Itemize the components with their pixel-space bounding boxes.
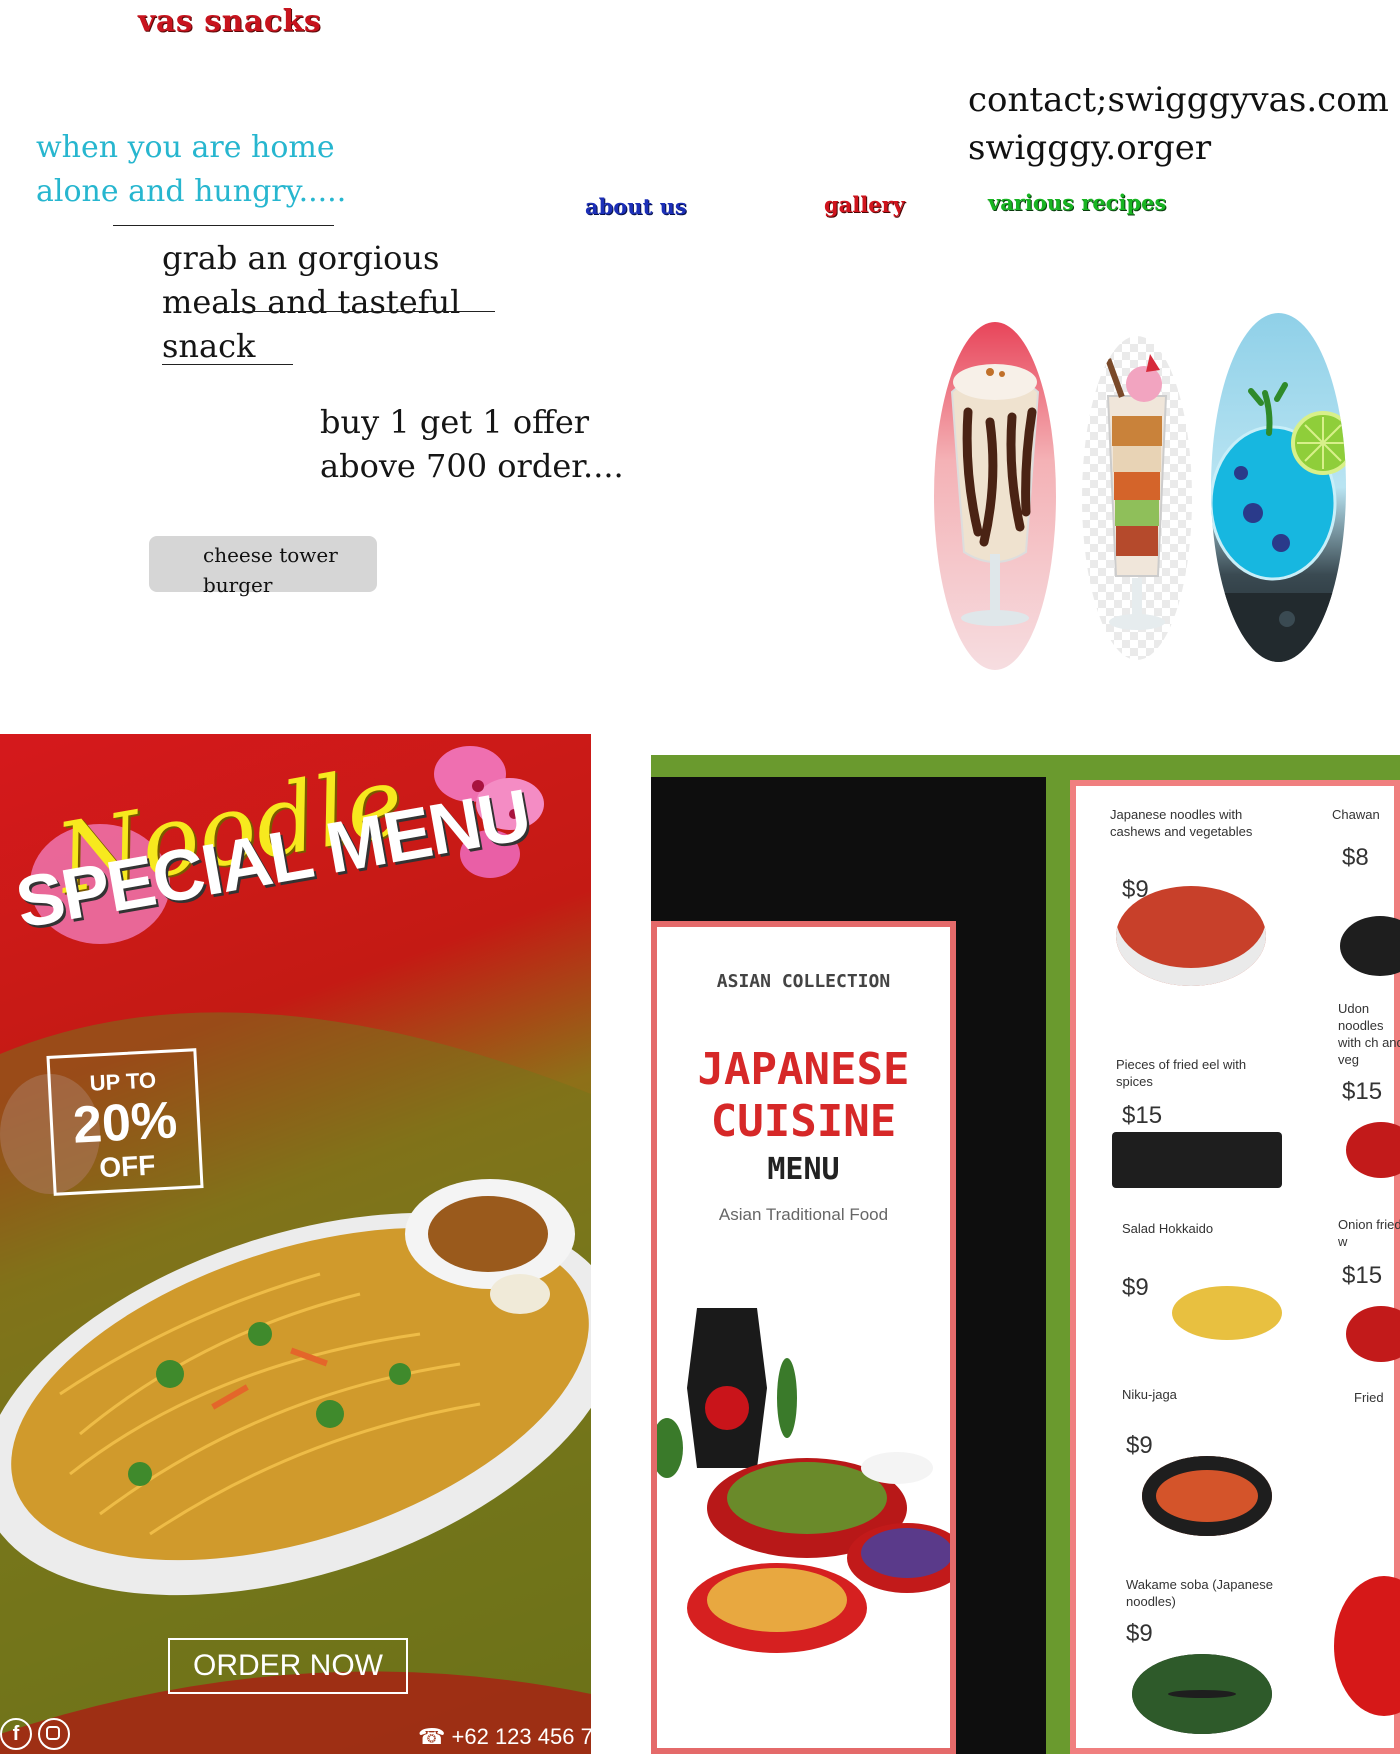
menu-item-2-name: Pieces of fried eel with spices: [1116, 1057, 1247, 1089]
menu-items-card: Japanese noodles with cashews and vegeta…: [1070, 780, 1400, 1754]
hero-headline: grab an gorgious meals and tasteful snac…: [162, 236, 522, 368]
blue-drink-image: [1211, 313, 1346, 662]
nav-gallery[interactable]: gallery: [824, 192, 905, 217]
menu-right-item-3-name: Onion fried w: [1338, 1217, 1400, 1249]
facebook-icon[interactable]: f: [0, 1718, 32, 1750]
menu-right-item-1-name: Chawan: [1332, 807, 1380, 822]
tagline-divider: [113, 225, 334, 226]
instagram-icon[interactable]: [38, 1718, 70, 1750]
nav-about-us[interactable]: about us: [585, 194, 687, 219]
menu-right-item-2-name: Udon noodles with ch and veg: [1338, 1001, 1400, 1067]
menu-item-2-price: $15: [1122, 1102, 1163, 1129]
menu-right-item-4-name: Fried: [1354, 1390, 1384, 1405]
phone-text: +62 123 456 7: [451, 1724, 591, 1749]
offer-text: buy 1 get 1 offer above 700 order....: [320, 403, 624, 485]
menu-item-2-image: [1112, 1132, 1282, 1188]
order-now-button[interactable]: ORDER NOW: [168, 1638, 408, 1694]
menu-item-4-price: $9: [1126, 1432, 1153, 1459]
menu-item-4-name: Niku-jaga: [1122, 1387, 1177, 1402]
menu-item-1-image: [1116, 886, 1266, 986]
menu-title-3: MENU: [767, 1152, 840, 1187]
menu-item-3-image: [1172, 1286, 1282, 1340]
menu-right-item-1-image: [1340, 916, 1400, 976]
discount-badge: UP TO 20% OFF: [46, 1048, 204, 1196]
noodle-poster: Noodle SPECIAL MENU UP TO 20% OFF ORDER …: [0, 734, 591, 1754]
menu-title-2: CUISINE: [710, 1096, 897, 1147]
menu-cover-card: ASIAN COLLECTION JAPANESE CUISINE MENU A…: [651, 921, 956, 1754]
hero-underline-1: [218, 311, 495, 312]
menu-right-item-2-image: [1346, 1122, 1400, 1178]
menu-item-5-name: Wakame soba (Japanese noodles): [1126, 1577, 1273, 1609]
menu-item-4-image: [1142, 1456, 1272, 1536]
contact-info: contact;swigggyvas.com swigggy.orger: [968, 80, 1389, 168]
menu-right-item-3-price: $15: [1342, 1262, 1383, 1289]
menu-right-item-2-price: $15: [1342, 1078, 1383, 1105]
menu-subtitle: Asian Traditional Food: [718, 1205, 889, 1224]
hero-line-2: meals and tasteful: [162, 283, 461, 321]
hero-line-3: snack: [162, 327, 256, 365]
menu-item-3-name: Salad Hokkaido: [1122, 1221, 1214, 1236]
hero-underline-2: [162, 364, 293, 365]
phone-number: ☎ +62 123 456 7: [418, 1724, 591, 1750]
menu-kicker: ASIAN COLLECTION: [716, 971, 891, 992]
menu-right-item-1-price: $8: [1342, 844, 1369, 871]
menu-item-5-image: [1132, 1654, 1272, 1734]
parfait-image: [1082, 336, 1192, 660]
nav-various-recipes[interactable]: various recipes: [988, 190, 1166, 215]
menu-right-item-3-image: [1346, 1306, 1400, 1362]
tagline: when you are home alone and hungry.....: [36, 130, 347, 209]
phone-icon: ☎: [418, 1724, 452, 1749]
discount-value: 20%: [71, 1091, 179, 1155]
menu-item-1-name: Japanese noodles with cashews and vegeta…: [1110, 807, 1253, 839]
hero-line-1: grab an gorgious: [162, 239, 440, 277]
milkshake-image: [934, 322, 1056, 670]
menu-food-illustration: [657, 1308, 950, 1653]
cheese-tower-burger-button[interactable]: cheese tower burger: [149, 536, 377, 597]
menu-item-3-price: $9: [1122, 1274, 1149, 1301]
menu-title-1: JAPANESE: [697, 1044, 910, 1095]
japanese-menu-poster: ASIAN COLLECTION JAPANESE CUISINE MENU A…: [651, 755, 1400, 1754]
menu-red-badge: [1334, 1576, 1400, 1716]
brand-logo[interactable]: vas snacks: [138, 4, 321, 39]
menu-item-5-price: $9: [1126, 1620, 1153, 1647]
